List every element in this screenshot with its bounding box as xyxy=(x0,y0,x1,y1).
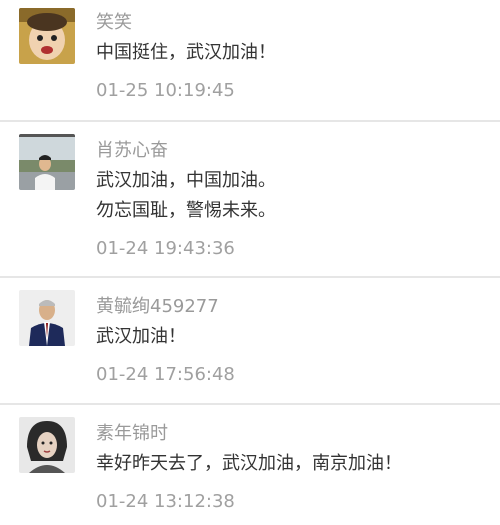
comment-item: 黄毓绚459277 武汉加油！ 01-24 17:56:48 xyxy=(0,278,500,405)
comment-timestamp: 01-25 10:19:45 xyxy=(96,80,235,101)
comment-item: 素年锦时 幸好昨天去了，武汉加油，南京加油！ 01-24 13:12:38 xyxy=(0,405,500,525)
comment-text: 武汉加油，中国加油。 勿忘国耻，警惕未来。 xyxy=(96,166,488,226)
comment-timestamp: 01-24 17:56:48 xyxy=(96,364,235,385)
comment-username[interactable]: 黄毓绚459277 xyxy=(96,296,219,318)
comment-text-line: 武汉加油，中国加油。 xyxy=(96,170,276,191)
comment-text: 武汉加油！ xyxy=(96,322,488,352)
comment-list: 笑笑 中国挺住，武汉加油！ 01-25 10:19:45 肖苏心奋 武汉加油，中… xyxy=(0,0,500,525)
comment-text-line: 中国挺住，武汉加油！ xyxy=(96,42,276,63)
man-outdoor-avatar[interactable] xyxy=(19,134,75,190)
child-face-avatar[interactable] xyxy=(19,8,75,64)
comment-username[interactable]: 肖苏心奋 xyxy=(96,140,168,162)
comment-text-line: 幸好昨天去了，武汉加油，南京加油！ xyxy=(96,453,402,474)
comment-text-line: 勿忘国耻，警惕未来。 xyxy=(96,200,276,221)
comment-item: 肖苏心奋 武汉加油，中国加油。 勿忘国耻，警惕未来。 01-24 19:43:3… xyxy=(0,122,500,278)
comment-timestamp: 01-24 13:12:38 xyxy=(96,491,235,512)
woman-portrait-avatar[interactable] xyxy=(19,417,75,473)
comment-username[interactable]: 笑笑 xyxy=(96,12,132,34)
comment-timestamp: 01-24 19:43:36 xyxy=(96,238,235,259)
comment-text: 中国挺住，武汉加油！ xyxy=(96,38,488,68)
comment-username[interactable]: 素年锦时 xyxy=(96,423,168,445)
comment-text-line: 武汉加油！ xyxy=(96,326,186,347)
comment-text: 幸好昨天去了，武汉加油，南京加油！ xyxy=(96,449,488,479)
man-in-suit-avatar[interactable] xyxy=(19,290,75,346)
comment-item: 笑笑 中国挺住，武汉加油！ 01-25 10:19:45 xyxy=(0,0,500,122)
